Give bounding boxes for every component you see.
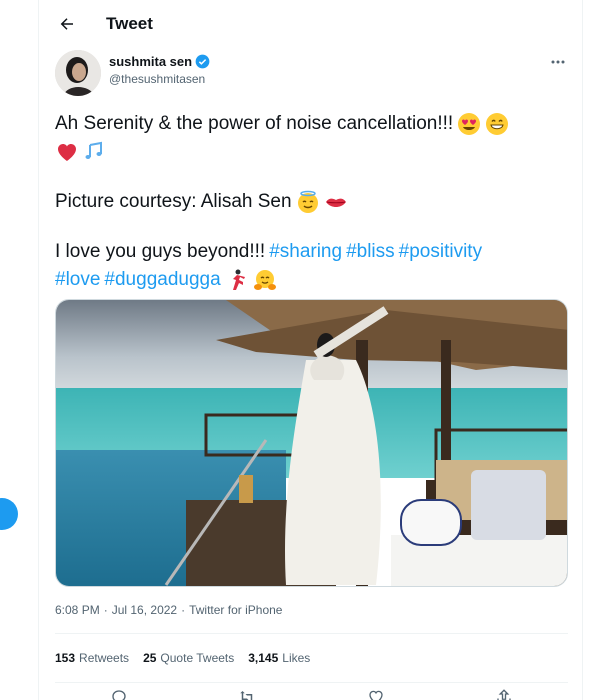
dancer-emoji [232,269,245,290]
page-header: Tweet [39,0,584,48]
retweet-icon [240,691,253,700]
tweet-stats: 153 Retweets 25 Quote Tweets 3,145 Likes [55,651,310,665]
hashtag-sharing[interactable]: #sharing [269,238,342,266]
avatar[interactable] [55,50,101,96]
hashtag-love[interactable]: #love [55,266,100,294]
quotes-count: 25 [143,651,157,665]
retweets-count: 153 [55,651,76,665]
tweet-date[interactable]: Jul 16, 2022 [112,603,177,617]
retweets-label: Retweets [79,651,130,665]
tweet-actions [55,688,568,700]
reply-icon [112,690,126,700]
music-notes-emoji [85,141,102,159]
tweet-line-4: I love you guys beyond!!! [55,241,266,262]
meta-separator-2: · [181,603,186,617]
tweet-detail-panel: Tweet sushmita sen @thesushmitasen Ah Se… [38,0,583,700]
quotes-label: Quote Tweets [160,651,235,665]
divider-2 [55,682,568,683]
heart-eyes-emoji [458,113,481,135]
side-floating-button[interactable] [0,498,18,530]
page-title: Tweet [106,14,153,33]
retweets-stat[interactable]: 153 Retweets [55,651,129,665]
more-options-button[interactable] [548,52,568,72]
more-dots-icon [551,60,565,64]
name-row: sushmita sen [109,54,210,69]
reply-button[interactable] [109,688,129,700]
meta-separator: · [103,603,108,617]
grinning-emoji [486,113,509,135]
share-button[interactable] [494,688,514,700]
retweet-button[interactable] [237,688,257,700]
kiss-lips-emoji [325,198,346,207]
halo-face-emoji [297,190,318,213]
tweet-source[interactable]: Twitter for iPhone [189,603,282,617]
likes-stat[interactable]: 3,145 Likes [248,651,310,665]
back-button[interactable] [55,12,79,36]
display-name[interactable]: sushmita sen [109,54,192,69]
user-handle[interactable]: @thesushmitasen [109,72,205,86]
share-icon [497,689,511,700]
red-heart-emoji [58,144,76,161]
tweet-line-1: Ah Serenity & the power of noise cancell… [55,113,454,134]
likes-count: 3,145 [248,651,279,665]
hashtag-bliss[interactable]: #bliss [346,238,395,266]
likes-label: Likes [282,651,311,665]
back-arrow-icon [60,18,73,30]
tweet-author: sushmita sen @thesushmitasen [55,50,568,98]
quotes-stat[interactable]: 25 Quote Tweets [143,651,234,665]
hashtag-positivity[interactable]: #positivity [399,238,482,266]
tweet-text: Ah Serenity & the power of noise cancell… [55,110,570,294]
tweet-meta: 6:08 PM · Jul 16, 2022 · Twitter for iPh… [55,603,282,617]
tweet-photo[interactable] [55,299,568,587]
divider [55,633,568,634]
hugging-face-emoji [253,270,276,290]
heart-icon [368,690,383,700]
like-button[interactable] [366,688,386,700]
verified-badge-icon [195,54,210,69]
hashtag-duggadugga[interactable]: #duggadugga [104,266,220,294]
tweet-time[interactable]: 6:08 PM [55,603,100,617]
tweet-line-3: Picture courtesy: Alisah Sen [55,191,292,212]
